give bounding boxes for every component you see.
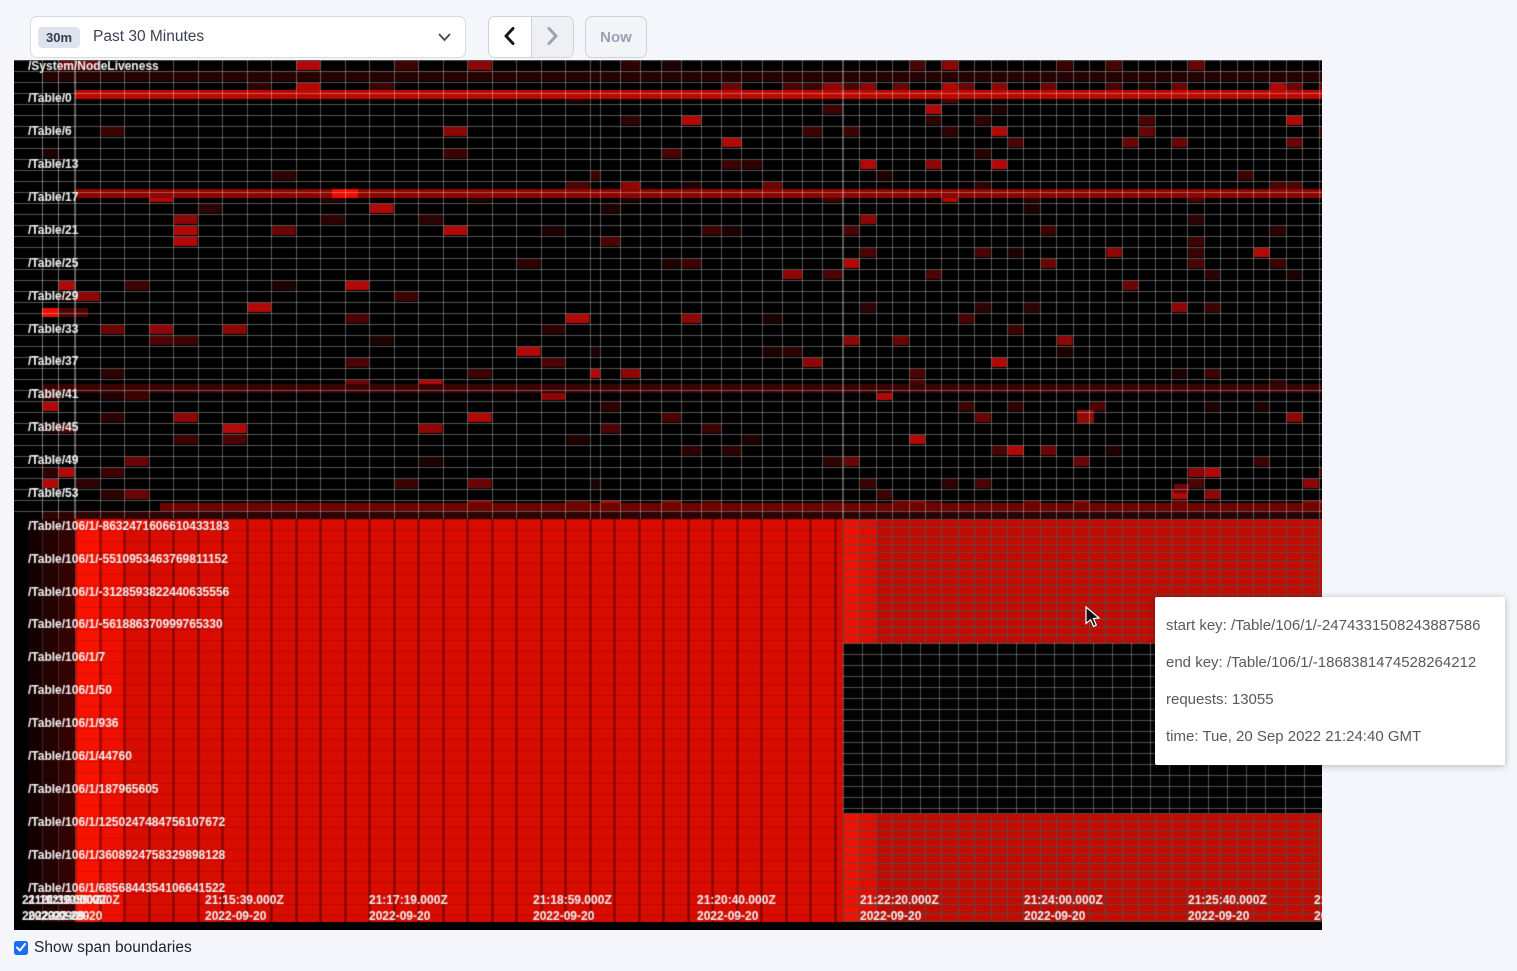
previous-window-button[interactable]	[489, 17, 532, 57]
time-window-dropdown[interactable]: 30m Past 30 Minutes	[30, 16, 466, 58]
chevron-right-icon	[547, 27, 558, 48]
now-button[interactable]: Now	[585, 16, 647, 58]
next-window-button[interactable]	[532, 17, 574, 57]
chevron-left-icon	[504, 27, 515, 48]
tooltip-end-key: end key: /Table/106/1/-18683814745282642…	[1166, 644, 1494, 681]
show-span-boundaries-label: Show span boundaries	[34, 939, 192, 957]
key-visualizer-heatmap[interactable]	[14, 60, 1322, 930]
time-nav-group	[488, 16, 574, 58]
time-window-label: Past 30 Minutes	[93, 28, 204, 46]
show-span-boundaries-checkbox[interactable]	[14, 941, 28, 955]
footer: Show span boundaries	[14, 939, 192, 957]
tooltip-start-key: start key: /Table/106/1/-247433150824388…	[1166, 607, 1494, 644]
key-visualizer-page: 30m Past 30 Minutes Now start key: /Tabl…	[0, 0, 1517, 971]
time-window-badge: 30m	[38, 27, 80, 48]
tooltip-time: time: Tue, 20 Sep 2022 21:24:40 GMT	[1166, 718, 1494, 755]
hover-tooltip: start key: /Table/106/1/-247433150824388…	[1155, 597, 1505, 765]
chevron-down-icon	[438, 33, 451, 42]
tooltip-requests: requests: 13055	[1166, 681, 1494, 718]
checkmark-icon	[16, 939, 26, 957]
